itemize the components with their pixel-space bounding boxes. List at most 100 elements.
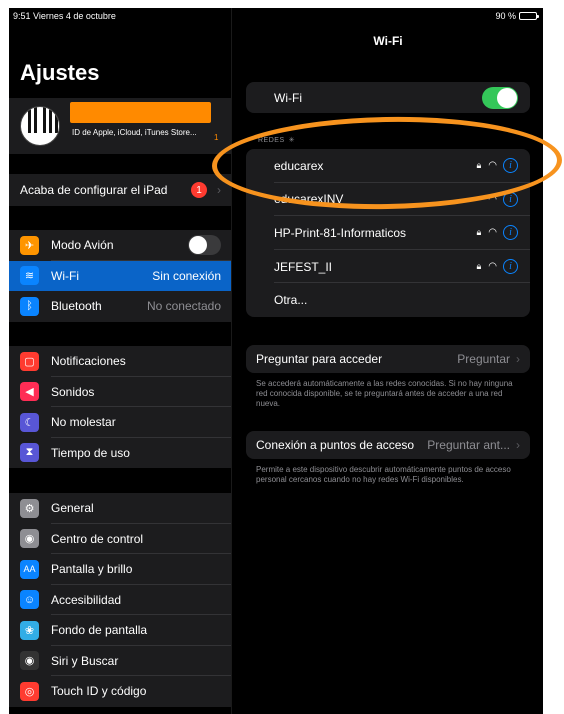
status-bar: 9:51 Viernes 4 de octubre 90 % (9, 8, 543, 24)
network-row-educarex[interactable]: educarex 🔒︎ ◠ i (246, 149, 530, 183)
notifications-icon: ▢ (20, 351, 39, 371)
sidebar-item-label: General (51, 501, 94, 516)
bluetooth-icon: ᛒ (20, 296, 39, 316)
wifi-toggle-row: Wi-Fi (246, 82, 530, 113)
chevron-right-icon: › (217, 183, 221, 197)
lock-icon: 🔒︎ (476, 227, 482, 238)
info-icon[interactable]: i (503, 158, 518, 174)
siri-icon: ◉ (20, 651, 39, 671)
network-name: HP-Print-81-Informaticos (274, 225, 407, 240)
sidebar-item-wallpaper[interactable]: ❀ Fondo de pantalla (9, 615, 231, 646)
sidebar-item-label: Pantalla y brillo (51, 562, 133, 577)
avatar (20, 106, 60, 146)
sidebar-title: Ajustes (20, 60, 100, 85)
network-row-other[interactable]: Otra... (246, 283, 530, 317)
hotspot-note: Permite a este dispositivo descubrir aut… (256, 465, 511, 484)
chevron-right-icon: › (516, 438, 520, 452)
hourglass-icon: ⧗ (20, 443, 39, 463)
info-icon[interactable]: i (503, 225, 518, 241)
sidebar-item-siri[interactable]: ◉ Siri y Buscar (9, 646, 231, 676)
sidebar-item-accessibility[interactable]: ☺ Accesibilidad (9, 585, 231, 615)
settings-sidebar: Ajustes ID de Apple, iCloud, iTunes Stor… (9, 8, 231, 714)
sidebar-item-control-center[interactable]: ◉ Centro de control (9, 524, 231, 554)
moon-icon: ☾ (20, 412, 39, 432)
network-row-jefest[interactable]: JEFEST_II 🔒︎ ◠ i (246, 250, 530, 284)
info-icon[interactable]: i (503, 259, 518, 275)
status-time-date: 9:51 Viernes 4 de octubre (13, 11, 116, 21)
sidebar-item-label: Notificaciones (51, 354, 126, 369)
wifi-icon: ≋ (20, 266, 39, 286)
ask-join-note: Se accederá automáticamente a las redes … (256, 379, 513, 408)
accessibility-icon: ☺ (20, 590, 39, 610)
sidebar-item-wifi[interactable]: ≋ Wi-Fi Sin conexión (9, 260, 231, 291)
hotspot-value: Preguntar ant... (427, 438, 510, 452)
hotspot-card[interactable]: Conexión a puntos de acceso Preguntar an… (246, 431, 530, 459)
ask-join-card[interactable]: Preguntar para acceder Preguntar › (246, 345, 530, 373)
battery-icon (519, 12, 539, 20)
sidebar-item-label: Tiempo de uso (51, 445, 130, 460)
sidebar-item-label: Bluetooth (51, 299, 102, 314)
sidebar-item-general[interactable]: ⚙ General (9, 493, 231, 524)
sidebar-item-notifications[interactable]: ▢ Notificaciones (9, 346, 231, 377)
apple-id-profile[interactable]: ID de Apple, iCloud, iTunes Store... 1 (9, 98, 231, 154)
sidebar-item-label: Fondo de pantalla (51, 623, 148, 638)
sidebar-item-sounds[interactable]: ◀ Sonidos (9, 377, 231, 407)
sidebar-item-screen-time[interactable]: ⧗ Tiempo de uso (9, 438, 231, 469)
wifi-toggle[interactable] (482, 86, 518, 109)
lock-icon: 🔒︎ (476, 160, 482, 171)
airplane-toggle[interactable] (188, 235, 221, 256)
chevron-right-icon: › (516, 352, 520, 366)
sidebar-item-touch-id[interactable]: ◎ Touch ID y código (9, 676, 231, 707)
wifi-signal-icon: ◠ (488, 227, 497, 239)
sidebar-item-bluetooth[interactable]: ᛒ Bluetooth No conectado (9, 291, 231, 322)
wifi-status: Sin conexión (152, 268, 221, 283)
notifications-group: ▢ Notificaciones ◀ Sonidos ☾ No molestar… (9, 346, 231, 468)
lock-icon: 🔒︎ (476, 261, 482, 272)
hotspot-label: Conexión a puntos de acceso (256, 438, 415, 452)
gear-icon: ⚙ (20, 498, 39, 518)
finish-setup-label: Acaba de configurar el iPad (20, 183, 168, 197)
ask-join-value: Preguntar (457, 352, 510, 366)
connectivity-group: ✈ Modo Avión ≋ Wi-Fi Sin conexión ᛒ Blue… (9, 230, 231, 322)
sidebar-item-label: Touch ID y código (51, 684, 147, 699)
sidebar-item-label: Wi-Fi (51, 268, 79, 283)
ask-join-label: Preguntar para acceder (256, 352, 383, 366)
sidebar-item-label: Modo Avión (51, 238, 114, 253)
info-icon[interactable]: i (503, 191, 518, 207)
other-network-label: Otra... (274, 293, 308, 308)
network-name: educarex (274, 158, 324, 173)
sidebar-item-airplane[interactable]: ✈ Modo Avión (9, 230, 231, 261)
wifi-toggle-label: Wi-Fi (274, 90, 302, 105)
fingerprint-icon: ◎ (20, 681, 39, 701)
general-group: ⚙ General ◉ Centro de control AA Pantall… (9, 493, 231, 707)
sidebar-item-label: Sonidos (51, 384, 95, 399)
ask-join-row[interactable]: Preguntar para acceder Preguntar › (246, 345, 530, 373)
sidebar-item-display[interactable]: AA Pantalla y brillo (9, 554, 231, 585)
notification-badge: 1 (191, 182, 207, 198)
networks-list: educarex 🔒︎ ◠ i educarexINV ◠ i HP-Print… (246, 149, 530, 317)
loading-spinner-icon: ✳ (288, 137, 295, 144)
wifi-signal-icon: ◠ (488, 160, 497, 172)
wallpaper-icon: ❀ (20, 620, 39, 640)
sidebar-item-do-not-disturb[interactable]: ☾ No molestar (9, 407, 231, 438)
display-icon: AA (20, 559, 39, 579)
network-row-hp-print[interactable]: HP-Print-81-Informaticos 🔒︎ ◠ i (246, 216, 530, 250)
redacted-name (70, 102, 211, 123)
sidebar-item-label: Siri y Buscar (51, 653, 119, 668)
sidebar-item-label: Accesibilidad (51, 592, 122, 607)
wifi-detail-pane: Wi-Fi Wi-Fi REDES ✳ educarex 🔒︎ ◠ i educa… (231, 8, 543, 714)
battery-percent: 90 % (495, 11, 516, 21)
wifi-toggle-card: Wi-Fi (246, 82, 530, 113)
hotspot-row[interactable]: Conexión a puntos de acceso Preguntar an… (246, 431, 530, 459)
network-name: JEFEST_II (274, 259, 333, 274)
profile-subtitle: ID de Apple, iCloud, iTunes Store... (72, 128, 197, 137)
sidebar-item-label: No molestar (51, 415, 116, 430)
network-row-educarexinv[interactable]: educarexINV ◠ i (246, 183, 530, 217)
network-name: educarexINV (274, 192, 344, 207)
ipad-screen: Ajustes ID de Apple, iCloud, iTunes Stor… (9, 8, 543, 714)
wifi-signal-icon: ◠ (488, 193, 497, 205)
networks-header: REDES ✳ (258, 137, 295, 144)
wifi-signal-icon: ◠ (488, 261, 497, 273)
finish-setup-row[interactable]: Acaba de configurar el iPad 1 › (9, 174, 231, 206)
control-center-icon: ◉ (20, 529, 39, 549)
